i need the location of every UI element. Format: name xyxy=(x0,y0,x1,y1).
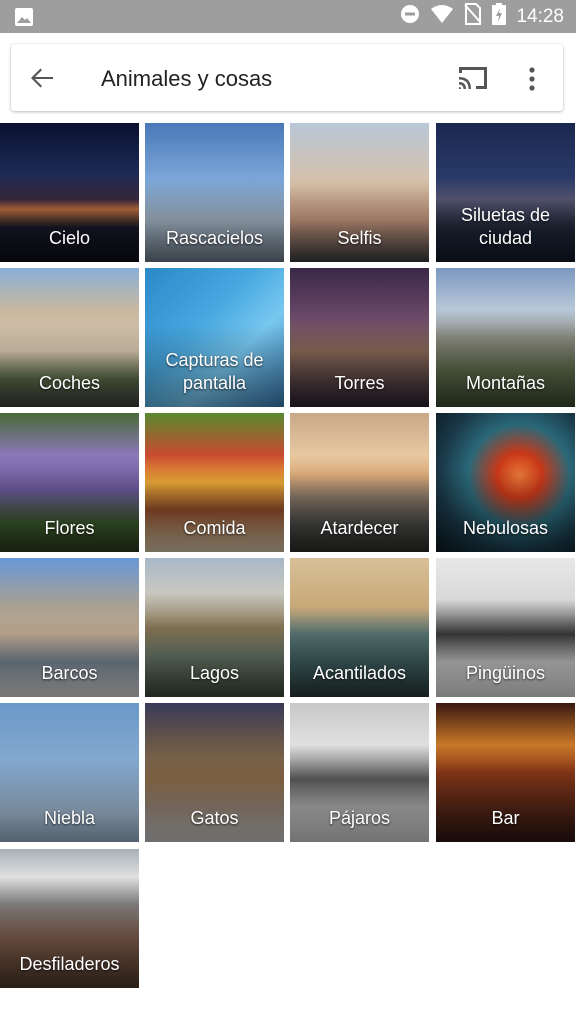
tile-flores[interactable]: Flores xyxy=(0,413,139,552)
do-not-disturb-icon xyxy=(400,4,420,29)
tile-label: Bar xyxy=(491,808,520,828)
more-vert-icon[interactable] xyxy=(522,64,542,94)
tile-nebulosas[interactable]: Nebulosas xyxy=(436,413,575,552)
tile-acantilados[interactable]: Acantilados xyxy=(290,558,429,697)
tile-label: Siluetas de ciudad xyxy=(460,205,551,248)
tile-label: Torres xyxy=(334,373,385,393)
status-time: 14:28 xyxy=(516,5,564,27)
tile-bar[interactable]: Bar xyxy=(436,703,575,842)
tile-label: Lagos xyxy=(189,663,240,683)
tile-label: Niebla xyxy=(43,808,96,828)
tile-cielo[interactable]: Cielo xyxy=(0,123,139,262)
tile-label: Coches xyxy=(38,373,101,393)
battery-charging-icon xyxy=(492,3,507,30)
tile-label: Desfiladeros xyxy=(19,954,120,974)
wifi-icon xyxy=(430,4,454,29)
app-bar: Animales y cosas xyxy=(11,44,563,111)
arrow-back-icon[interactable] xyxy=(27,63,57,93)
tile-capturas-de-pantalla[interactable]: Capturas de pantalla xyxy=(145,268,284,407)
tile-label: Selfis xyxy=(337,228,382,248)
tile-coches[interactable]: Coches xyxy=(0,268,139,407)
tile-label: Flores xyxy=(44,518,95,538)
tile-desfiladeros[interactable]: Desfiladeros xyxy=(0,849,139,988)
status-bar: 14:28 xyxy=(0,0,576,33)
tile-label: Capturas de pantalla xyxy=(165,350,264,393)
tile-siluetas-de-ciudad[interactable]: Siluetas de ciudad xyxy=(436,123,575,262)
tile-label: Atardecer xyxy=(320,518,399,538)
tile-atardecer[interactable]: Atardecer xyxy=(290,413,429,552)
no-sim-icon xyxy=(464,3,483,30)
tile-label: Pingüinos xyxy=(465,663,546,683)
tile-label: Gatos xyxy=(190,808,239,828)
tile-torres[interactable]: Torres xyxy=(290,268,429,407)
image-notification-icon xyxy=(14,7,34,32)
tile-lagos[interactable]: Lagos xyxy=(145,558,284,697)
tile-comida[interactable]: Comida xyxy=(145,413,284,552)
tile-label: Barcos xyxy=(41,663,98,683)
tile-label: Nebulosas xyxy=(462,518,549,538)
tile-niebla[interactable]: Niebla xyxy=(0,703,139,842)
cast-icon[interactable] xyxy=(456,64,490,92)
tile-label: Pájaros xyxy=(328,808,391,828)
tile-barcos[interactable]: Barcos xyxy=(0,558,139,697)
page-title: Animales y cosas xyxy=(101,66,273,91)
tile-label: Acantilados xyxy=(312,663,407,683)
tile-label: Comida xyxy=(183,518,246,538)
tile-label: Cielo xyxy=(48,228,91,248)
tile-pinguinos[interactable]: Pingüinos xyxy=(436,558,575,697)
tile-label: Montañas xyxy=(465,373,546,393)
tile-selfis[interactable]: Selfis xyxy=(290,123,429,262)
tile-pajaros[interactable]: Pájaros xyxy=(290,703,429,842)
tile-rascacielos[interactable]: Rascacielos xyxy=(145,123,284,262)
tile-label: Rascacielos xyxy=(165,228,264,248)
tile-gatos[interactable]: Gatos xyxy=(145,703,284,842)
tile-montanas[interactable]: Montañas xyxy=(436,268,575,407)
